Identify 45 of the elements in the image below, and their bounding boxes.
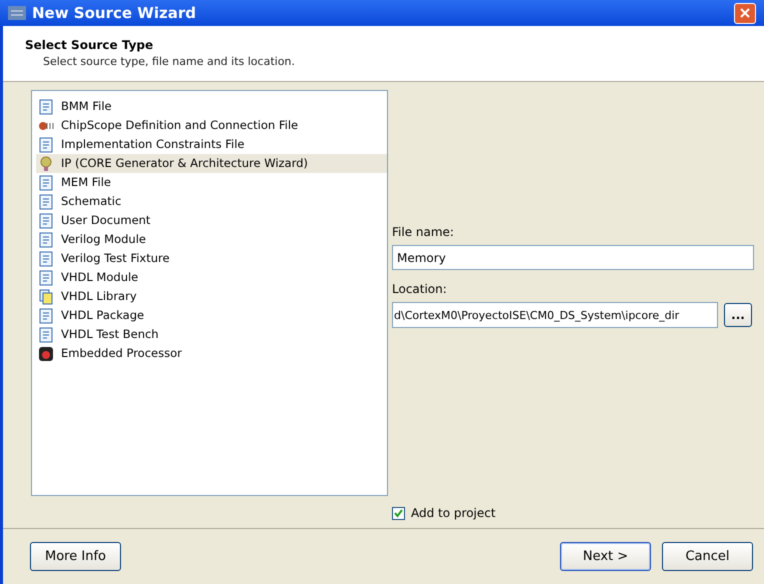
- header-subtitle: Select source type, file name and its location.: [42, 54, 296, 70]
- cancel-button[interactable]: Cancel: [662, 542, 753, 571]
- source-type-item[interactable]: Schematic: [36, 192, 387, 211]
- source-type-item[interactable]: VHDL Module: [36, 268, 387, 287]
- window-title: New Source Wizard: [32, 2, 197, 24]
- location-label: Location:: [392, 281, 448, 298]
- file-name-field[interactable]: Memory: [392, 245, 754, 270]
- location-field[interactable]: d\CortexM0\ProyectoISE\CM0_DS_System\ipcore_dir: [392, 302, 718, 328]
- source-type-item[interactable]: Verilog Test Fixture: [36, 249, 387, 268]
- file-name-label: File name:: [392, 224, 455, 241]
- source-type-item[interactable]: BMM File: [36, 97, 387, 116]
- source-type-item[interactable]: VHDL Package: [36, 306, 387, 325]
- source-type-item[interactable]: ChipScope Definition and Connection File: [36, 116, 387, 135]
- browse-button[interactable]: ...: [724, 303, 752, 327]
- source-type-item[interactable]: IP (CORE Generator & Architecture Wizard): [36, 154, 387, 173]
- add-to-project-label: Add to project: [411, 505, 496, 522]
- library-icon: [39, 288, 53, 304]
- document-icon: [39, 174, 53, 190]
- document-icon: [39, 194, 53, 210]
- source-type-item[interactable]: User Document: [36, 211, 387, 230]
- document-icon: [39, 232, 53, 248]
- document-icon: [39, 308, 53, 324]
- document-icon: [39, 326, 53, 342]
- add-to-project-checkbox[interactable]: [392, 506, 405, 520]
- bulb-icon: [39, 156, 53, 172]
- source-type-item[interactable]: VHDL Library: [36, 287, 387, 306]
- close-button[interactable]: [734, 2, 756, 24]
- document-icon: [39, 250, 53, 266]
- source-type-item[interactable]: Embedded Processor: [36, 344, 387, 363]
- document-icon: [39, 136, 53, 152]
- document-icon: [39, 212, 53, 228]
- next-button[interactable]: Next >: [560, 542, 651, 571]
- processor-icon: [38, 346, 54, 362]
- app-icon: [8, 6, 26, 20]
- document-icon: [39, 98, 53, 114]
- source-type-item[interactable]: MEM File: [36, 173, 387, 192]
- more-info-button[interactable]: More Info: [30, 542, 121, 571]
- document-icon: [39, 270, 53, 286]
- header-title: Select Source Type: [25, 37, 154, 54]
- source-type-item[interactable]: Verilog Module: [36, 230, 387, 249]
- check-icon: [394, 508, 403, 518]
- close-icon: [740, 8, 750, 18]
- probe-icon: [38, 120, 54, 132]
- source-type-item[interactable]: Implementation Constraints File: [36, 135, 387, 154]
- source-type-item[interactable]: VHDL Test Bench: [36, 325, 387, 344]
